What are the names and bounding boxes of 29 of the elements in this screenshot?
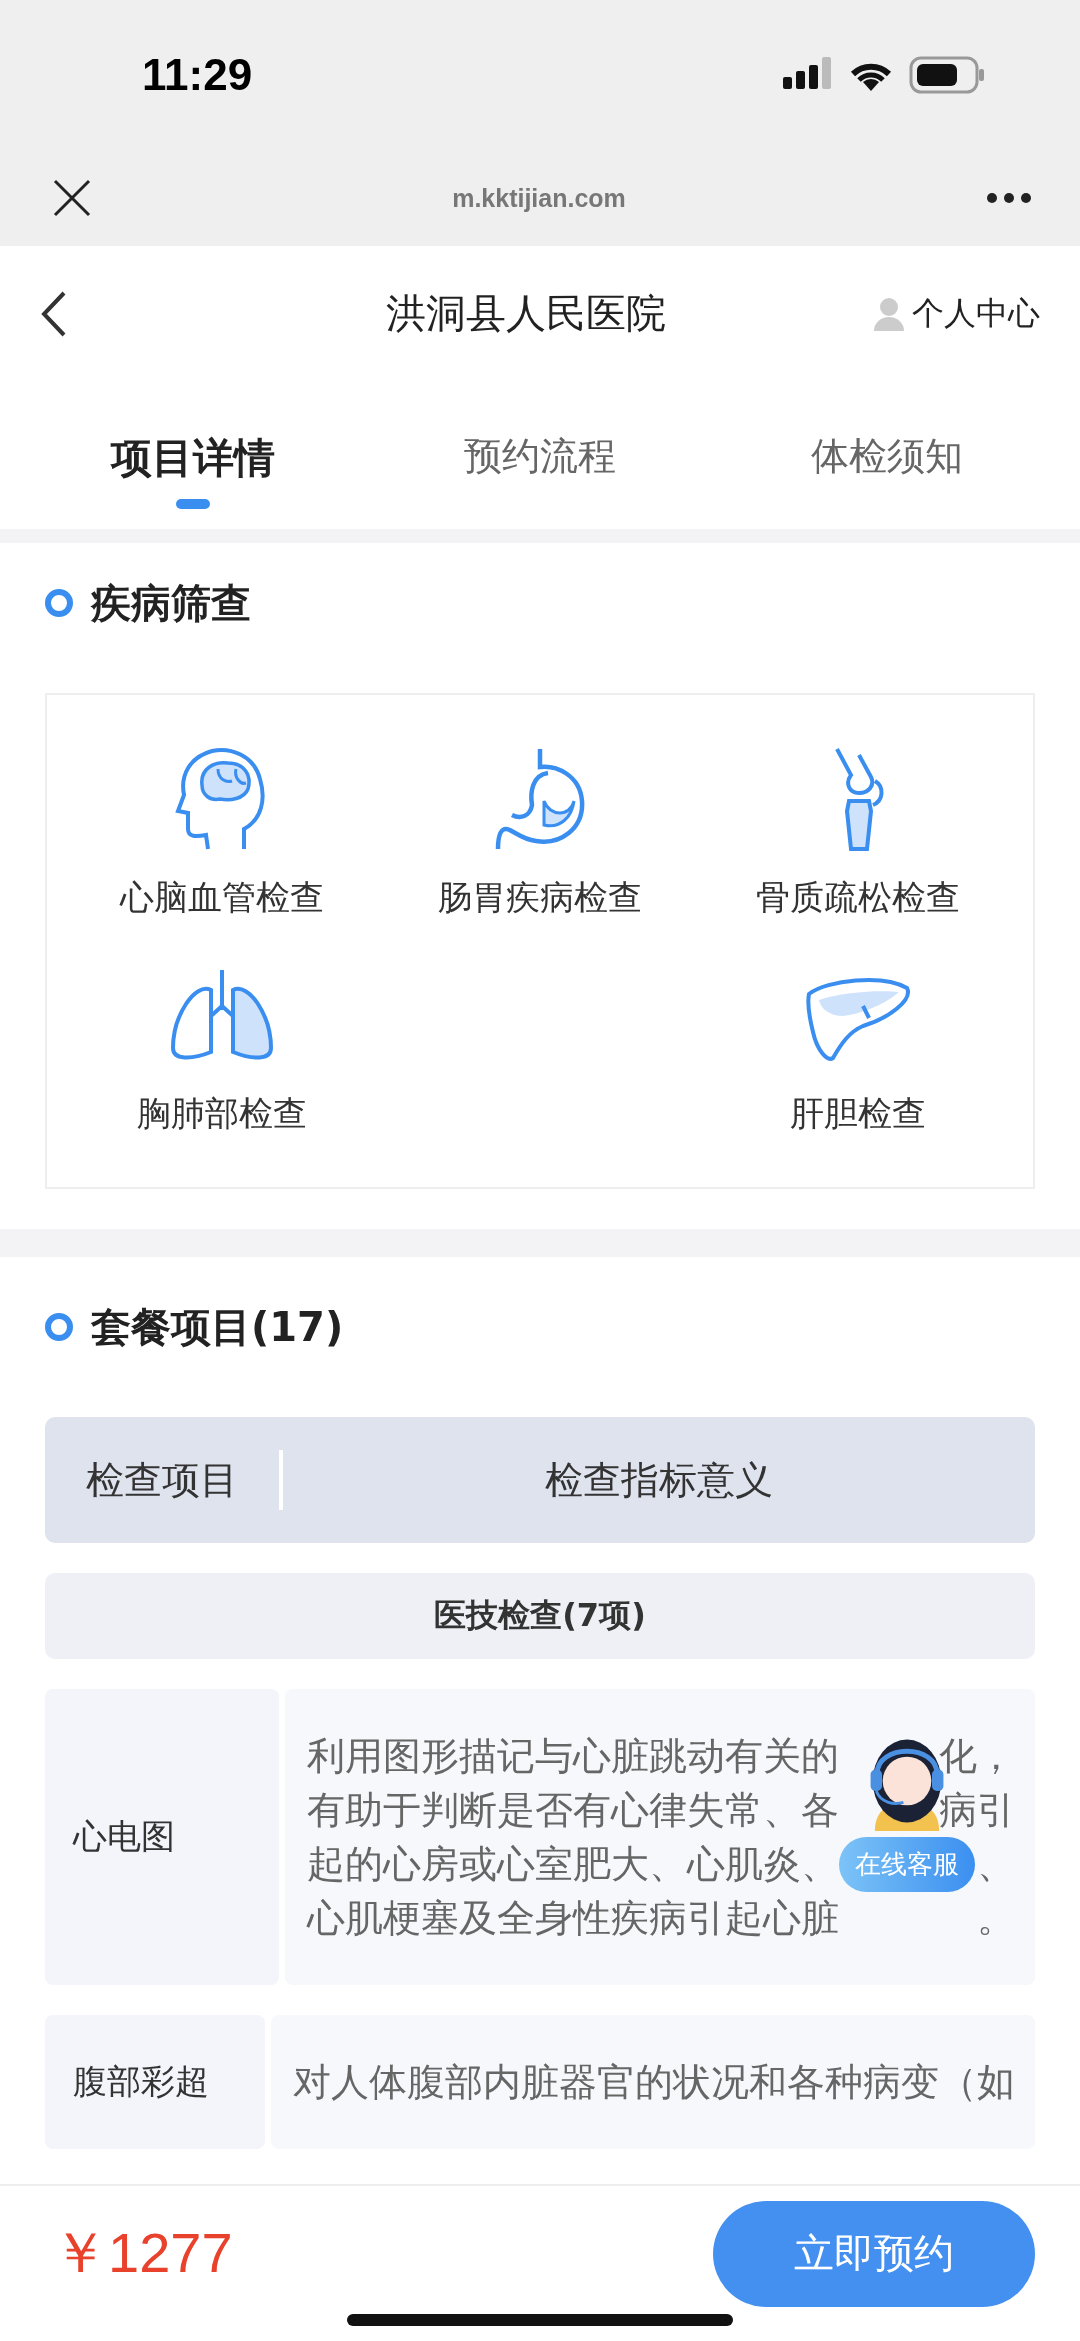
- screening-label: 胸肺部检查: [137, 1092, 307, 1135]
- column-header: 检查指标意义: [544, 1456, 774, 1504]
- close-icon[interactable]: [52, 178, 92, 218]
- section-title: 套餐项目(17): [91, 1302, 344, 1352]
- column-header: 检查项目: [85, 1456, 239, 1504]
- page-url: m.kktijian.com: [452, 183, 626, 213]
- user-icon: [874, 296, 904, 331]
- screening-label: 肠胃疾病检查: [438, 876, 642, 919]
- bullet-icon: [45, 1313, 73, 1341]
- back-icon[interactable]: [40, 289, 68, 338]
- screening-label: 心脑血管检查: [120, 876, 324, 919]
- bullet-icon: [45, 589, 73, 617]
- screening-label: 肝胆检查: [790, 1092, 926, 1135]
- table-cell: 对人体腹部内脏器官的状况和各种病变（如: [271, 2015, 1035, 2149]
- personal-center-link[interactable]: 个人中心: [874, 291, 1040, 336]
- more-icon[interactable]: [986, 192, 1032, 204]
- table-cell: 心电图: [45, 1689, 279, 1985]
- price: ￥1277: [52, 2219, 233, 2286]
- table-cell: 腹部彩超: [45, 2015, 265, 2149]
- tab[interactable]: 体检须知: [761, 381, 1012, 529]
- group-header: 医技检查(7项): [45, 1573, 1035, 1659]
- tab[interactable]: 预约流程: [415, 381, 665, 529]
- book-now-button[interactable]: 立即预约: [713, 2200, 1035, 2307]
- hospital-title: 洪洞县人民医院: [386, 289, 666, 338]
- battery-icon: [909, 56, 985, 94]
- tab[interactable]: 项目详情: [68, 381, 319, 529]
- screening-label: 骨质疏松检查: [756, 876, 960, 919]
- status-time: 11:29: [142, 50, 253, 100]
- section-title: 疾病筛查: [91, 578, 251, 628]
